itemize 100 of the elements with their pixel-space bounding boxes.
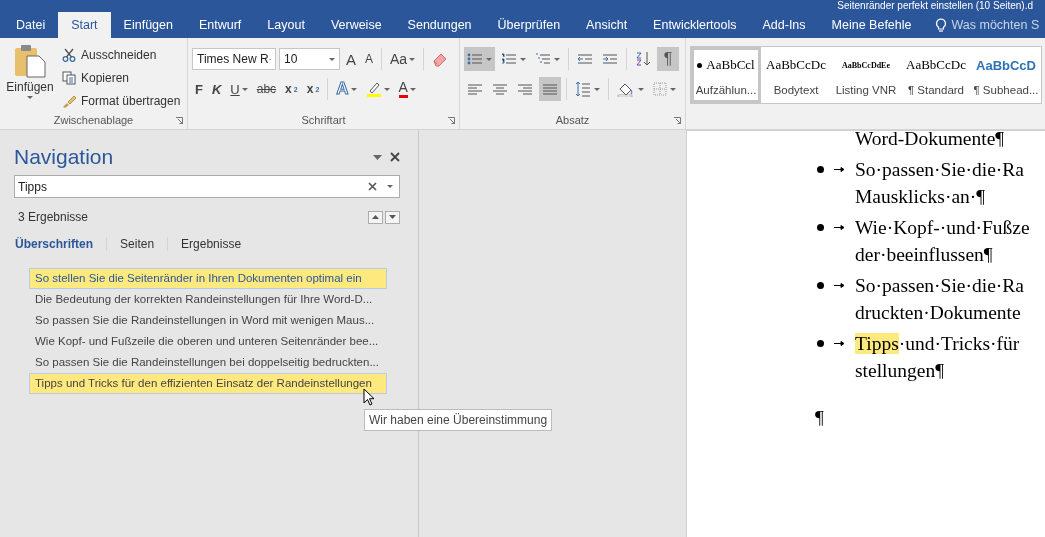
clipboard-icon	[14, 44, 46, 78]
font-size-field[interactable]: 10	[279, 48, 340, 70]
style-gallery-item[interactable]: AaBbCcD ¶ Subhead...	[971, 47, 1041, 103]
bullet-dot	[817, 340, 824, 347]
ribbon-tab[interactable]: Add-Ins	[749, 12, 819, 38]
borders-icon	[653, 82, 667, 96]
ribbon-tab[interactable]: Entwicklertools	[640, 12, 750, 38]
document-text-line: stellungen¶	[855, 359, 945, 383]
indent-icon	[602, 52, 618, 66]
clear-icon	[368, 182, 377, 191]
tab-arrow-icon	[834, 167, 845, 172]
brush-icon	[62, 94, 76, 108]
pane-tab[interactable]: Seiten	[107, 237, 169, 251]
previous-result-button[interactable]	[368, 210, 383, 224]
document-text-line: Wie·Kopf-·und·Fußze	[855, 216, 1030, 240]
dialog-launcher-icon	[176, 117, 183, 124]
outdent-icon	[577, 52, 593, 66]
ribbon-tab[interactable]: Start	[58, 12, 111, 38]
grow-font-button[interactable]: A	[343, 48, 359, 70]
style-gallery-item[interactable]: AaBbCcl Aufzählun...	[691, 47, 761, 103]
style-gallery-item[interactable]: AaBbCcDc ¶ Standard	[901, 47, 971, 103]
lightbulb-icon	[934, 17, 947, 33]
document-text-line: ¶	[815, 406, 824, 430]
highlighter-icon	[365, 81, 382, 97]
copy-icon	[62, 71, 76, 85]
ribbon-tab[interactable]: Ansicht	[573, 12, 641, 38]
group-label: Schriftart	[301, 114, 346, 126]
bold-button[interactable]: F	[192, 78, 206, 100]
align-justify-button[interactable]	[539, 77, 561, 101]
tooltip: Wir haben eine Übereinstimmung	[364, 409, 553, 431]
change-case-button[interactable]: Aa	[387, 48, 419, 70]
font-color-button[interactable]: A	[395, 78, 419, 100]
bullets-button[interactable]	[464, 47, 495, 71]
heading-item[interactable]: So stellen Sie die Seitenränder in Ihren Dokumenten optimal ein	[29, 268, 387, 289]
italic-button[interactable]: K	[208, 78, 225, 100]
eraser-icon	[432, 51, 449, 67]
pane-title: Navigation	[14, 145, 114, 169]
strikethrough-button[interactable]: abc	[253, 78, 280, 100]
style-gallery-item[interactable]: AaBbCcDdEe Listing VNR	[831, 47, 901, 103]
document-text-line: der·beeinflussen¶	[855, 243, 994, 267]
close-icon	[390, 152, 400, 162]
copy-button[interactable]: Kopieren	[62, 68, 181, 88]
align-right-icon	[517, 82, 533, 96]
scissors-icon	[62, 48, 76, 62]
heading-item[interactable]: So passen Sie die Randeinstellungen in Word mit wenigen Maus...	[29, 310, 387, 331]
font-name-field[interactable]: Times New R	[192, 48, 276, 70]
tab-arrow-icon	[834, 225, 845, 230]
search-field[interactable]: Tipps	[14, 175, 400, 198]
down-arrow-icon	[389, 215, 396, 219]
paste-button[interactable]: Einfügen	[4, 42, 56, 111]
bullet-list-icon	[467, 52, 483, 66]
superscript-button[interactable]: x$^{2}$	[303, 78, 323, 100]
bullet-dot	[817, 282, 824, 289]
style-gallery-item[interactable]: AaBbCcDc Bodytext	[761, 47, 831, 103]
ribbon-tab[interactable]: Entwurf	[185, 12, 255, 38]
document-text-line: Word-Dokumente¶	[855, 131, 1005, 151]
ribbon-tab[interactable]: Datei	[3, 12, 59, 38]
tab-arrow-icon	[834, 341, 845, 346]
format-painter-button[interactable]: Format übertragen	[62, 91, 181, 111]
align-justify-icon	[542, 82, 558, 96]
window-title: Seitenränder perfekt einstellen (10 Seiten).d	[837, 0, 1033, 12]
document-text-line: So·passen·Sie·die·Ra	[855, 158, 1024, 182]
numbered-list-icon	[501, 52, 517, 66]
cut-button[interactable]: Ausschneiden	[62, 45, 181, 65]
group-label: Absatz	[555, 114, 590, 126]
ribbon-tab[interactable]: Meine Befehle	[818, 12, 925, 38]
ribbon-tab[interactable]: Einfügen	[110, 12, 186, 38]
ribbon-tab[interactable]: Layout	[254, 12, 318, 38]
group-label: Zwischenablage	[53, 114, 134, 126]
document-text-line: Mausklicks·an·¶	[855, 185, 987, 209]
ribbon-tab[interactable]: Sendungen	[394, 12, 485, 38]
dialog-launcher-icon	[448, 117, 455, 124]
tab-arrow-icon	[834, 283, 845, 288]
heading-item[interactable]: Die Bedeutung der korrekten Randeinstellungen für Ihre Word-D...	[29, 289, 387, 310]
mouse-pointer-icon	[363, 388, 375, 406]
pane-tab[interactable]: Überschriften	[14, 237, 108, 251]
sort-icon	[635, 51, 651, 67]
result-count: 3 Ergebnisse	[17, 210, 89, 224]
up-arrow-icon	[372, 215, 379, 219]
underline-button[interactable]: U	[227, 78, 251, 100]
multilevel-list-icon	[535, 52, 551, 66]
tell-me-search[interactable]: Was möchten S	[924, 12, 1040, 38]
dropdown-arrow-icon	[373, 154, 382, 160]
bullet-dot	[817, 224, 824, 231]
heading-item[interactable]: Wie Kopf- und Fußzeile die oberen und unteren Seitenränder bee...	[29, 331, 387, 352]
next-result-button[interactable]	[385, 210, 400, 224]
align-left-icon	[467, 82, 483, 96]
paint-bucket-icon	[617, 81, 635, 97]
document-text-line: druckten·Dokumente	[855, 301, 1022, 325]
ribbon-tab[interactable]: Überprüfen	[484, 12, 574, 38]
bullet-dot	[817, 166, 824, 173]
line-spacing-icon	[575, 81, 591, 97]
heading-item[interactable]: So passen Sie die Randeinstellungen bei doppelseitig bedruckten...	[29, 352, 387, 373]
document-text-line: Tipps·und·Tricks·für	[855, 332, 1020, 356]
pane-tab[interactable]: Ergebnisse	[168, 237, 255, 251]
ribbon-tab[interactable]: Verweise	[317, 12, 395, 38]
heading-item[interactable]: Tipps und Tricks für den effizienten Einsatz der Randeinstellungen	[29, 373, 387, 394]
show-formatting-button[interactable]: ¶	[657, 47, 679, 71]
align-center-icon	[492, 82, 508, 96]
shrink-font-button[interactable]: A	[362, 48, 377, 70]
